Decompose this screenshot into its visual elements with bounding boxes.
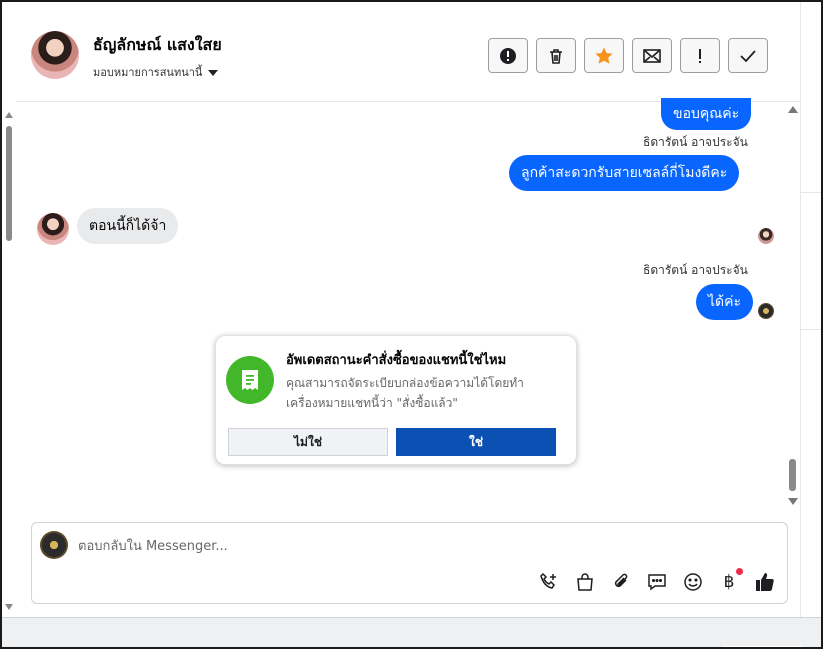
reply-input[interactable] xyxy=(78,535,578,557)
message-sender: ธิดารัตน์ อาจประจัน xyxy=(643,263,748,277)
message-outgoing[interactable]: ได้ค่ะ xyxy=(696,284,754,320)
no-button[interactable]: ไม่ใช่ xyxy=(228,428,388,456)
messenger-window: ธัญลักษณ์ แสงใสย มอบหมายการสนทนานี้ ขอบค… xyxy=(0,0,823,649)
saved-reply-icon[interactable] xyxy=(645,570,669,594)
caret-down-icon xyxy=(208,70,219,76)
conversation-header: ธัญลักษณ์ แสงใสย มอบหมายการสนทนานี้ xyxy=(16,7,800,102)
done-button[interactable] xyxy=(728,38,768,73)
message-outgoing[interactable]: ขอบคุณค่ะ xyxy=(661,98,752,130)
check-icon xyxy=(740,49,756,62)
report-button[interactable] xyxy=(488,38,528,73)
outer-scrollbar[interactable] xyxy=(2,102,16,617)
like-icon[interactable] xyxy=(753,570,777,594)
seen-indicator-avatar xyxy=(758,228,774,244)
messages-scrollbar[interactable] xyxy=(784,102,800,512)
trash-icon xyxy=(550,48,562,64)
exclamation-icon xyxy=(699,48,701,63)
scroll-down-arrow-icon[interactable] xyxy=(5,604,13,610)
envelope-icon xyxy=(643,48,661,63)
page-avatar xyxy=(40,531,68,559)
phone-add-icon[interactable] xyxy=(537,570,561,594)
contact-avatar[interactable] xyxy=(31,31,79,79)
assign-conversation-label: มอบหมายการสนทนานี้ xyxy=(93,66,203,79)
star-button[interactable] xyxy=(584,38,624,73)
card-description: คุณสามารถจัดระเบียบกล่องข้อความได้โดยทำเ… xyxy=(286,376,524,410)
taskbar xyxy=(2,617,821,647)
delete-button[interactable] xyxy=(536,38,576,73)
scroll-down-arrow-icon[interactable] xyxy=(788,498,798,505)
order-status-prompt-card: อัพเดตสถานะคำสั่งซื้อของแชทนี้ใช่ไหม คุณ… xyxy=(215,335,577,465)
scroll-thumb[interactable] xyxy=(6,126,12,241)
assign-conversation-dropdown[interactable]: มอบหมายการสนทนานี้ xyxy=(93,63,219,81)
flag-button[interactable] xyxy=(680,38,720,73)
mark-unread-button[interactable] xyxy=(632,38,672,73)
scroll-up-arrow-icon[interactable] xyxy=(788,106,798,113)
notification-dot xyxy=(736,568,743,575)
card-title: อัพเดตสถานะคำสั่งซื้อของแชทนี้ใช่ไหม xyxy=(286,353,507,368)
baht-icon[interactable]: ฿ xyxy=(717,568,743,594)
contact-avatar-small xyxy=(37,213,69,245)
star-icon xyxy=(595,47,613,64)
alert-circle-icon xyxy=(500,47,516,64)
order-receipt-icon xyxy=(226,356,274,404)
divider xyxy=(801,192,821,193)
right-side-panel xyxy=(800,2,821,647)
seen-indicator-avatar xyxy=(758,303,774,319)
baht-symbol: ฿ xyxy=(723,572,735,592)
scroll-up-arrow-icon[interactable] xyxy=(5,112,13,118)
message-sender: ธิดารัตน์ อาจประจัน xyxy=(643,135,748,149)
message-incoming[interactable]: ตอนนี้ก็ได้จ้า xyxy=(77,208,179,244)
paperclip-icon[interactable] xyxy=(609,570,633,594)
emoji-icon[interactable] xyxy=(681,570,705,594)
message-outgoing[interactable]: ลูกค้าสะดวกรับสายเซลล์กี่โมงดีคะ xyxy=(509,155,740,191)
divider xyxy=(801,329,821,330)
scroll-thumb[interactable] xyxy=(789,459,796,491)
yes-button[interactable]: ใช่ xyxy=(396,428,556,456)
shopping-bag-icon[interactable] xyxy=(573,570,597,594)
contact-name[interactable]: ธัญลักษณ์ แสงใสย xyxy=(93,33,222,58)
reply-composer: ฿ xyxy=(31,522,788,604)
